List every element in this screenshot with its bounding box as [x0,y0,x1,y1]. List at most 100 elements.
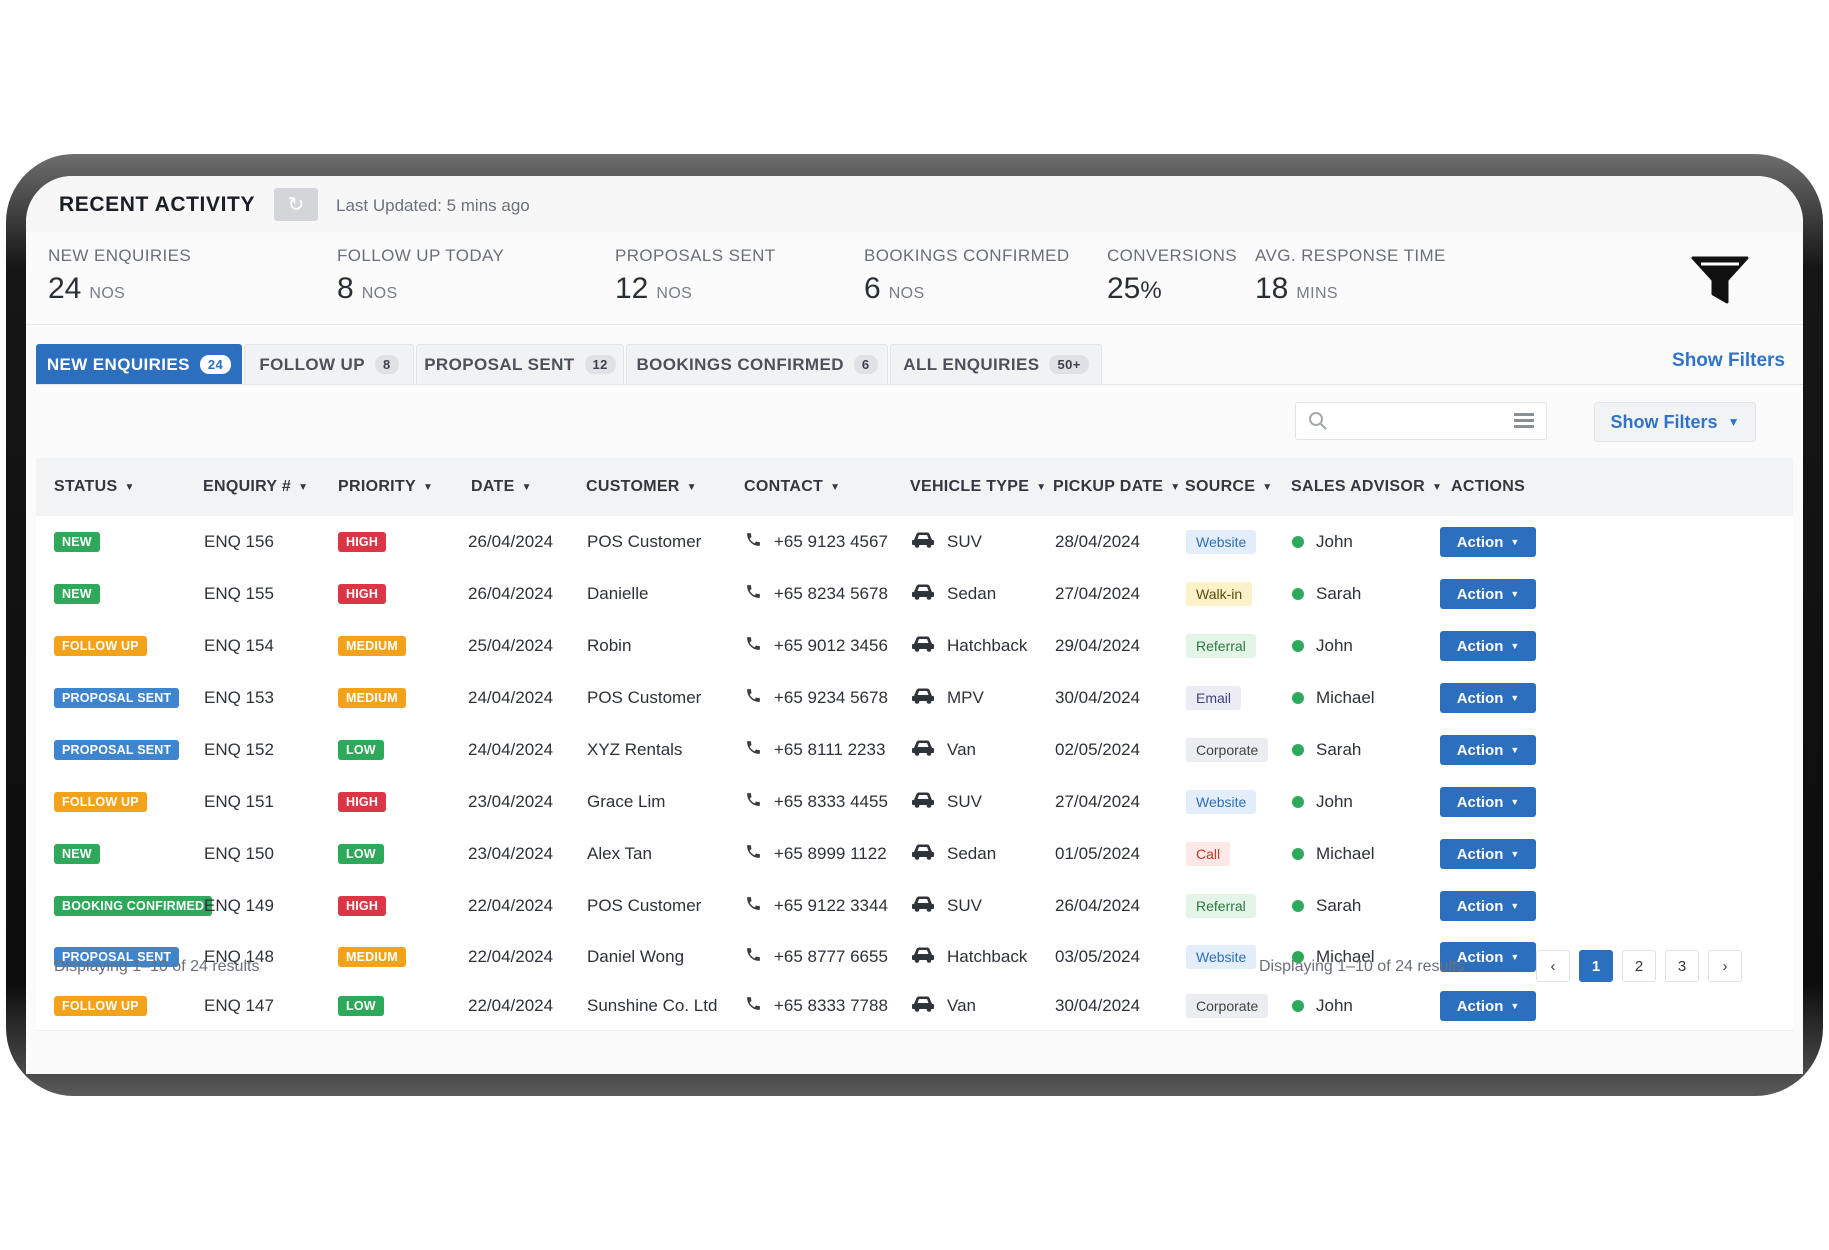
vehicle-type: MPV [947,688,984,707]
phone-icon [745,843,762,865]
table-row[interactable]: PROPOSAL SENT ENQ 148 MEDIUM 22/04/2024 Dani… [36,932,1793,983]
contact-number[interactable]: +65 8111 2233 [774,740,885,760]
action-button[interactable]: Action ▼ [1440,891,1536,921]
action-button[interactable]: Action ▼ [1440,787,1536,817]
dashboard-screen: RECENT ACTIVITY ↻ Last Updated: 5 mins a… [26,176,1803,1074]
tab-all-enquiries[interactable]: ALL ENQUIRIES 50+ [890,344,1102,384]
list-view-icon[interactable] [1514,412,1534,435]
action-button[interactable]: Action ▼ [1440,735,1536,765]
column-header-vehicle-type[interactable]: VEHICLE TYPE ▼ [910,458,1046,516]
tab-new-enquiries[interactable]: NEW ENQUIRIES 24 [36,344,242,384]
tab-count-badge: 50+ [1049,355,1089,374]
search-input[interactable] [1295,402,1547,440]
table-row[interactable]: BOOKING CONFIRMED ENQ 149 HIGH 22/04/2024 PO… [36,880,1793,933]
pagination-page-3[interactable]: 3 [1665,950,1699,982]
action-button[interactable]: Action ▼ [1440,683,1536,713]
table-row[interactable]: PROPOSAL SENT ENQ 152 LOW 24/04/2024 XYZ Ren… [36,724,1793,777]
enquiry-date: 23/04/2024 [468,844,554,863]
table-row[interactable]: NEW ENQ 150 LOW 23/04/2024 Alex Tan +65 8999 … [36,828,1793,881]
action-button[interactable]: Action ▼ [1440,631,1536,661]
contact-number[interactable]: +65 8333 7788 [774,996,888,1016]
search-icon [1308,411,1328,436]
sort-caret-icon: ▼ [1036,481,1047,493]
source-badge: Walk-in [1186,582,1253,606]
contact-number[interactable]: +65 9234 5678 [774,688,888,708]
enquiry-number[interactable]: ENQ 155 [204,568,274,620]
enquiry-number[interactable]: ENQ 149 [204,880,274,932]
column-header-enquiry[interactable]: ENQUIRY # ▼ [203,458,308,516]
sales-advisor: John [1316,532,1353,551]
status-badge: FOLLOW UP [54,636,147,656]
status-badge: NEW [54,532,100,552]
customer-name: POS Customer [587,688,702,707]
contact-number[interactable]: +65 8333 4455 [774,792,888,812]
tab-proposal-sent[interactable]: PROPOSAL SENT 12 [416,344,624,384]
enquiry-number[interactable]: ENQ 153 [204,672,274,724]
action-button[interactable]: Action ▼ [1440,991,1536,1021]
vehicle-type: SUV [947,532,982,551]
pagination-next-button[interactable]: › [1708,950,1742,982]
enquiry-number[interactable]: ENQ 151 [204,776,274,828]
action-button[interactable]: Action ▼ [1440,839,1536,869]
column-header-priority[interactable]: PRIORITY ▼ [338,458,433,516]
stat-proposals-sent: PROPOSALS SENT 12 NOS [615,246,776,306]
funnel-icon[interactable] [1691,254,1749,311]
table-row[interactable]: NEW ENQ 155 HIGH 26/04/2024 Danielle +65 8234… [36,568,1793,621]
source-badge: Referral [1186,894,1256,918]
pickup-date: 26/04/2024 [1055,896,1141,915]
caret-down-icon: ▼ [1510,745,1520,755]
column-header-sales-advisor[interactable]: SALES ADVISOR ▼ [1291,458,1442,516]
sort-caret-icon: ▼ [1170,481,1181,493]
tab-bookings-confirmed[interactable]: BOOKINGS CONFIRMED 6 [626,344,888,384]
action-label: Action [1456,845,1504,863]
enquiry-number[interactable]: ENQ 150 [204,828,274,880]
column-label: ACTIONS [1451,478,1526,495]
car-icon [911,791,935,813]
action-button[interactable]: Action ▼ [1440,527,1536,557]
phone-icon [745,895,762,917]
contact-number[interactable]: +65 8234 5678 [774,584,888,604]
table-row[interactable]: PROPOSAL SENT ENQ 153 MEDIUM 24/04/2024 POS … [36,672,1793,725]
pagination-prev-button[interactable]: ‹ [1536,950,1570,982]
tab-label: PROPOSAL SENT [424,354,575,374]
sort-caret-icon: ▼ [1262,481,1273,493]
enquiry-number[interactable]: ENQ 147 [204,982,274,1030]
column-header-date[interactable]: DATE ▼ [471,458,532,516]
pagination-page-2[interactable]: 2 [1622,950,1656,982]
table-row[interactable]: FOLLOW UP ENQ 151 HIGH 23/04/2024 Grace Lim +… [36,776,1793,829]
contact-number[interactable]: +65 8999 1122 [774,844,887,864]
tab-follow-up[interactable]: FOLLOW UP 8 [244,344,414,384]
status-badge: FOLLOW UP [54,792,147,812]
car-icon [911,895,935,917]
contact-number[interactable]: +65 9123 4567 [774,532,888,552]
customer-name: Robin [587,636,632,655]
enquiry-number[interactable]: ENQ 154 [204,620,274,672]
column-header-source[interactable]: SOURCE ▼ [1185,458,1272,516]
contact-number[interactable]: +65 8777 6655 [774,947,888,967]
show-filters-button[interactable]: Show Filters ▼ [1594,402,1756,442]
table-row[interactable]: FOLLOW UP ENQ 154 MEDIUM 25/04/2024 Robin +65… [36,620,1793,673]
search-field[interactable] [1336,409,1500,433]
column-header-contact[interactable]: CONTACT ▼ [744,458,840,516]
contact-number[interactable]: +65 9122 3344 [774,896,888,916]
column-header-customer[interactable]: CUSTOMER ▼ [586,458,697,516]
priority-badge: HIGH [338,896,387,916]
column-header-status[interactable]: STATUS ▼ [54,458,135,516]
caret-down-icon: ▼ [1510,952,1520,962]
enquiry-number[interactable]: ENQ 156 [204,516,274,568]
column-header-pickup-date[interactable]: PICKUP DATE ▼ [1053,458,1180,516]
source-badge: Corporate [1186,738,1269,762]
action-button[interactable]: Action ▼ [1440,579,1536,609]
stat-bookings-confirmed: BOOKINGS CONFIRMED 6 NOS [864,246,1070,306]
contact-number[interactable]: +65 9012 3456 [774,636,888,656]
enquiry-number[interactable]: ENQ 152 [204,724,274,776]
pagination-page-1[interactable]: 1 [1579,950,1613,982]
action-label: Action [1456,585,1504,603]
stat-label: CONVERSIONS [1107,246,1238,265]
show-filters-link[interactable]: Show Filters [1672,350,1785,372]
refresh-button[interactable]: ↻ [274,188,318,221]
sales-advisor: Sarah [1316,740,1362,759]
action-label: Action [1456,533,1504,551]
table-row[interactable]: FOLLOW UP ENQ 147 LOW 22/04/2024 Sunshine Co… [36,982,1793,1031]
table-row[interactable]: NEW ENQ 156 HIGH 26/04/2024 POS Customer +65 … [36,516,1793,569]
